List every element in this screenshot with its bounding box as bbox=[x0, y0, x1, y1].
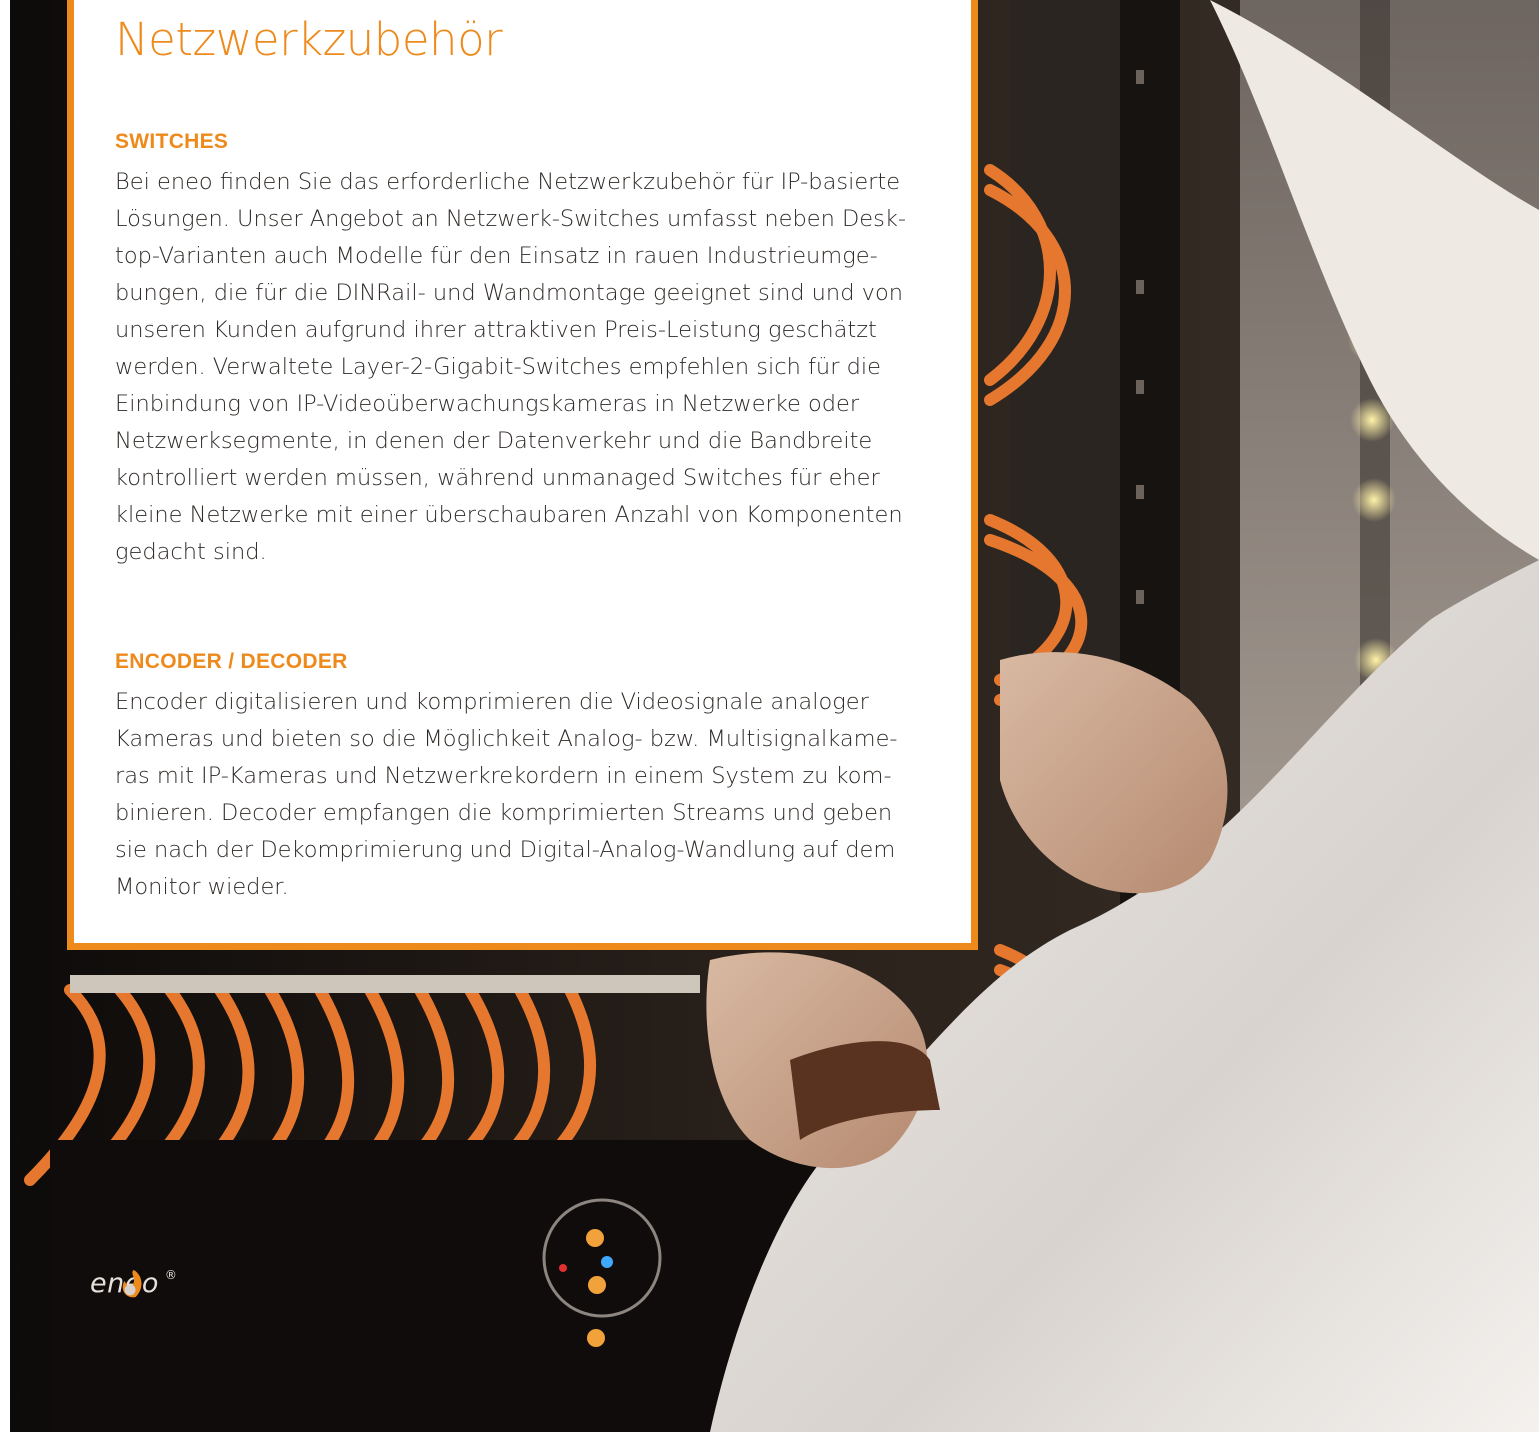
section-body-switches: Bei eneo finden Sie das erforderliche Ne… bbox=[115, 164, 947, 571]
text-line: Lösungen. Unser Angebot an Netzwerk-Swit… bbox=[115, 206, 907, 232]
page-title: Netzwerkzubehör bbox=[115, 13, 503, 66]
eneo-flame-icon bbox=[122, 1269, 142, 1298]
section-heading-switches: SWITCHES bbox=[115, 130, 229, 153]
text-line: Netzwerksegmente, in denen der Datenverk… bbox=[115, 428, 873, 454]
text-line: ras mit IP-Kameras und Netzwerkrekordern… bbox=[115, 763, 892, 789]
text-line: binieren. Decoder empfangen die komprimi… bbox=[115, 800, 893, 826]
text-line: unseren Kunden aufgrund ihrer attraktive… bbox=[115, 317, 877, 343]
text-line: Kameras und bieten so die Möglichkeit An… bbox=[115, 726, 898, 752]
eneo-logo: eneo ® bbox=[90, 1268, 177, 1299]
text-line: Monitor wieder. bbox=[115, 874, 289, 900]
text-line: werden. Verwaltete Layer-2-Gigabit-Switc… bbox=[115, 354, 881, 380]
section-body-encoder-decoder: Encoder digitalisieren und komprimieren … bbox=[115, 684, 947, 906]
content-panel: Netzwerkzubehör SWITCHES Bei eneo finden… bbox=[67, 0, 978, 950]
text-line: gedacht sind. bbox=[115, 539, 267, 565]
text-line: sie nach der Dekomprimierung und Digital… bbox=[115, 837, 896, 863]
text-line: kontrolliert werden müssen, während unma… bbox=[115, 465, 880, 491]
text-line: Encoder digitalisieren und komprimieren … bbox=[115, 689, 869, 715]
text-line: kleine Netzwerke mit einer überschaubare… bbox=[115, 502, 903, 528]
text-line: Bei eneo finden Sie das erforderliche Ne… bbox=[115, 169, 901, 195]
text-line: Einbindung von IP-Videoüberwachungskamer… bbox=[115, 391, 860, 417]
text-line: top-Varianten auch Modelle für den Einsa… bbox=[115, 243, 878, 269]
text-line: bungen, die für die DINRail- und Wandmon… bbox=[115, 280, 903, 306]
section-heading-encoder-decoder: ENCODER / DECODER bbox=[115, 650, 348, 673]
